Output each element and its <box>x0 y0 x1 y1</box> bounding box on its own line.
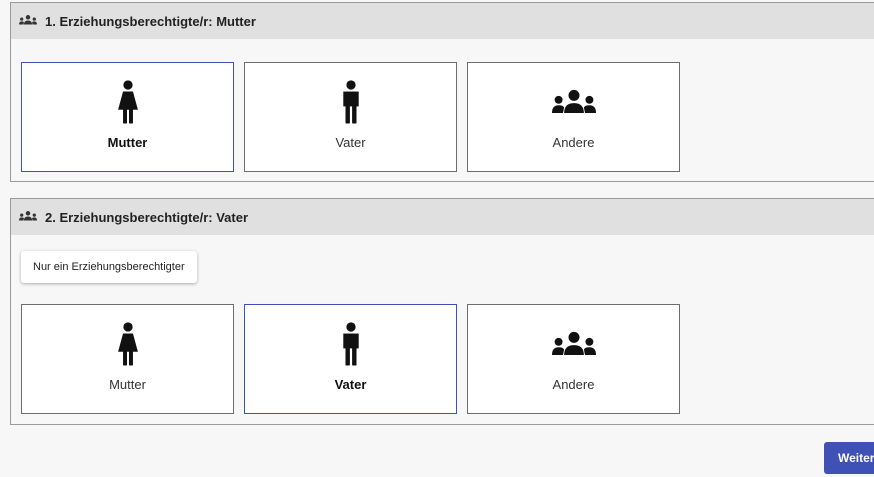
option-andere[interactable]: Andere <box>467 62 680 172</box>
next-button[interactable]: Weiter <box>824 442 874 474</box>
option-label: Mutter <box>107 135 148 150</box>
guardian-2-options: Mutter Vater Andere <box>21 304 680 414</box>
option-label: Vater <box>335 135 366 150</box>
option-mutter[interactable]: Mutter <box>21 62 234 172</box>
guardian-1-options: Mutter Vater Andere <box>21 62 680 172</box>
guardian-2-header: 2. Erziehungsberechtigte/r: Vater <box>11 199 874 235</box>
guardian-1-panel: 1. Erziehungsberechtigte/r: Mutter Mutte… <box>10 2 874 182</box>
option-label: Mutter <box>109 377 146 392</box>
group-icon <box>552 77 596 127</box>
group-icon <box>19 210 37 224</box>
guardian-2-title: 2. Erziehungsberechtigte/r: Vater <box>45 209 249 225</box>
group-icon <box>19 14 37 28</box>
option-andere[interactable]: Andere <box>467 304 680 414</box>
guardian-2-panel: 2. Erziehungsberechtigte/r: Vater Nur ei… <box>10 198 874 425</box>
option-vater[interactable]: Vater <box>244 304 457 414</box>
female-icon <box>117 77 139 127</box>
option-label: Andere <box>552 377 595 392</box>
option-mutter[interactable]: Mutter <box>21 304 234 414</box>
single-guardian-button[interactable]: Nur ein Erziehungsberechtigter <box>21 251 197 283</box>
option-label: Andere <box>552 135 595 150</box>
guardian-1-header: 1. Erziehungsberechtigte/r: Mutter <box>11 3 874 39</box>
female-icon <box>117 319 139 369</box>
male-icon <box>340 319 362 369</box>
group-icon <box>552 319 596 369</box>
male-icon <box>340 77 362 127</box>
guardian-1-title: 1. Erziehungsberechtigte/r: Mutter <box>45 13 256 29</box>
option-vater[interactable]: Vater <box>244 62 457 172</box>
option-label: Vater <box>334 377 367 392</box>
